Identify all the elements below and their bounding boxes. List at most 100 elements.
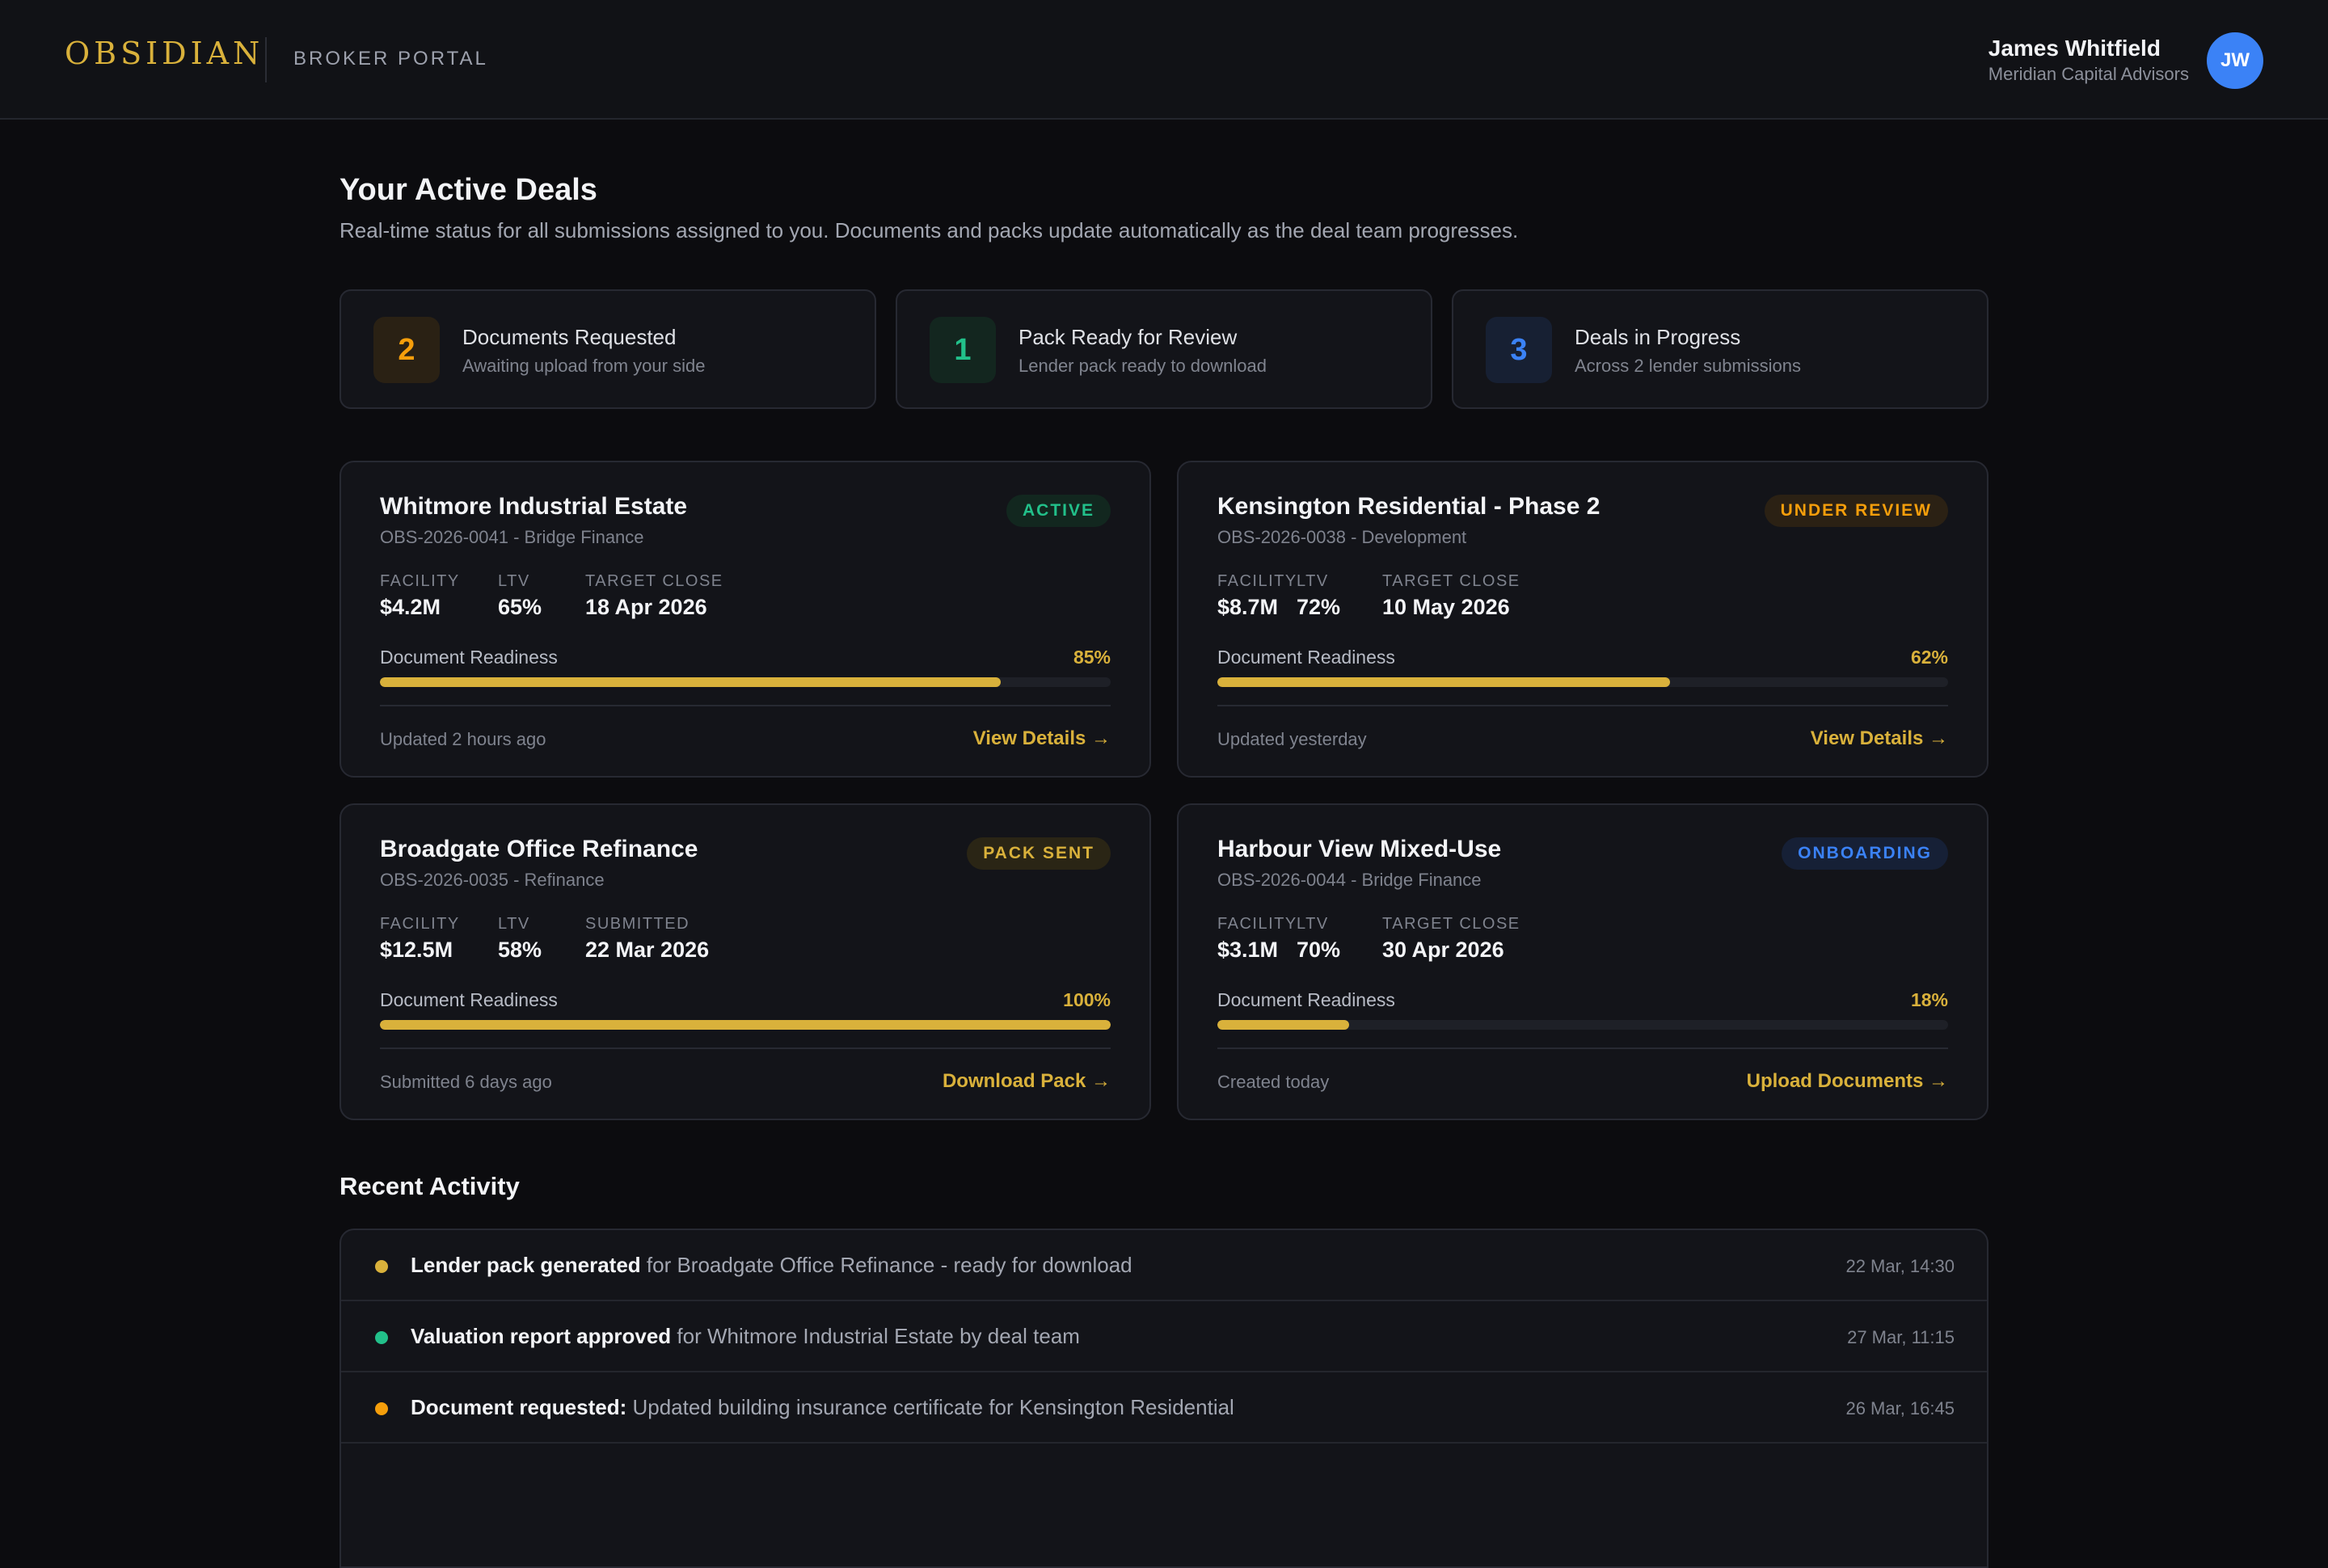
activity-timestamp: 27 Mar, 11:15 — [1847, 1327, 1955, 1347]
readiness-progress-fill — [380, 677, 1002, 687]
activity-event: Lender pack generated — [411, 1253, 641, 1277]
deal-reference: OBS-2026-0038 - Development — [1217, 527, 1467, 547]
card-divider — [380, 1047, 1111, 1049]
metric-label: FACILITY — [1217, 915, 1297, 933]
upload-documents-link[interactable]: Upload Documents → — [1747, 1070, 1948, 1093]
activity-item[interactable]: Valuation report approved for Whitmore I… — [341, 1301, 1987, 1372]
readiness-label: Document Readiness — [380, 989, 558, 1010]
metric-label: LTV — [498, 915, 530, 933]
stat-pack-ready[interactable]: 1 Pack Ready for Review Lender pack read… — [896, 289, 1432, 409]
metric-value: $3.1M — [1217, 938, 1279, 962]
metric-value: 18 Apr 2026 — [585, 595, 707, 619]
recent-activity-list: Lender pack generated for Broadgate Offi… — [340, 1229, 1988, 1568]
readiness-label: Document Readiness — [1217, 989, 1395, 1010]
metric-value: 70% — [1297, 938, 1341, 962]
stat-count: 1 — [930, 317, 996, 383]
deal-name: Broadgate Office Refinance — [380, 836, 698, 862]
stat-description: Lender pack ready to download — [1018, 356, 1267, 376]
metric-label: FACILITY — [380, 915, 460, 933]
activity-detail: Updated building insurance certificate f… — [626, 1395, 1234, 1419]
readiness-percent: 18% — [1910, 989, 1948, 1010]
activity-text: Document requested: Updated building ins… — [411, 1395, 1234, 1420]
readiness-progress-fill — [1217, 1020, 1349, 1030]
top-navigation-bar: OBSIDIAN BROKER PORTAL James Whitfield M… — [0, 0, 2328, 120]
view-details-link[interactable]: View Details → — [973, 727, 1111, 750]
deal-reference: OBS-2026-0044 - Bridge Finance — [1217, 870, 1482, 890]
brand-divider — [265, 37, 267, 82]
user-info[interactable]: James Whitfield Meridian Capital Advisor… — [1988, 34, 2189, 86]
metric-value: 30 Apr 2026 — [1382, 938, 1504, 962]
stat-count: 2 — [373, 317, 440, 383]
card-divider — [1217, 705, 1948, 706]
readiness-label: Document Readiness — [1217, 647, 1395, 668]
stat-description: Awaiting upload from your side — [462, 356, 706, 376]
user-organization: Meridian Capital Advisors — [1988, 64, 2189, 84]
readiness-label: Document Readiness — [380, 647, 558, 668]
activity-item[interactable]: Document requested: Updated building ins… — [341, 1372, 1987, 1444]
activity-detail: for Broadgate Office Refinance - ready f… — [640, 1253, 1132, 1277]
metric-value: $12.5M — [380, 938, 453, 962]
status-badge: PACK SENT — [967, 837, 1111, 870]
deal-card[interactable]: Harbour View Mixed-Use OBS-2026-0044 - B… — [1177, 803, 1988, 1120]
stat-title: Pack Ready for Review — [1018, 325, 1238, 349]
recent-activity-title: Recent Activity — [340, 1172, 520, 1200]
stat-title: Deals in Progress — [1575, 325, 1741, 349]
readiness-percent: 100% — [1063, 989, 1111, 1010]
metric-value: 58% — [498, 938, 542, 962]
activity-detail: for Whitmore Industrial Estate by deal t… — [671, 1324, 1080, 1348]
last-updated: Submitted 6 days ago — [380, 1072, 552, 1092]
metric-label: SUBMITTED — [585, 915, 690, 933]
deal-name: Harbour View Mixed-Use — [1217, 836, 1502, 862]
page-subtitle: Real-time status for all submissions ass… — [340, 218, 1519, 242]
stat-documents-requested[interactable]: 2 Documents Requested Awaiting upload fr… — [340, 289, 876, 409]
status-badge: ACTIVE — [1006, 495, 1111, 527]
last-updated: Updated 2 hours ago — [380, 729, 546, 749]
user-name: James Whitfield — [1988, 36, 2161, 61]
stat-title: Documents Requested — [462, 325, 677, 349]
portal-label: BROKER PORTAL — [293, 48, 488, 70]
avatar[interactable]: JW — [2207, 32, 2263, 89]
activity-event: Valuation report approved — [411, 1324, 672, 1348]
activity-event: Document requested: — [411, 1395, 627, 1419]
readiness-progress-bar — [1217, 677, 1948, 687]
metric-label: TARGET CLOSE — [585, 572, 723, 590]
deal-card[interactable]: Whitmore Industrial Estate OBS-2026-0041… — [340, 461, 1151, 778]
stat-deals-in-progress[interactable]: 3 Deals in Progress Across 2 lender subm… — [1452, 289, 1988, 409]
metric-value: 22 Mar 2026 — [585, 938, 710, 962]
metric-label: LTV — [1297, 915, 1329, 933]
readiness-progress-bar — [1217, 1020, 1948, 1030]
metric-value: 72% — [1297, 595, 1341, 619]
activity-item[interactable]: Lender pack generated for Broadgate Offi… — [341, 1230, 1987, 1301]
deal-name: Whitmore Industrial Estate — [380, 493, 688, 520]
summary-stats: 2 Documents Requested Awaiting upload fr… — [340, 289, 1988, 409]
view-details-link[interactable]: View Details → — [1811, 727, 1948, 750]
metric-label: FACILITY — [1217, 572, 1297, 590]
readiness-progress-fill — [380, 1020, 1111, 1030]
deal-card[interactable]: Kensington Residential - Phase 2 OBS-202… — [1177, 461, 1988, 778]
readiness-progress-bar — [380, 1020, 1111, 1030]
activity-dot-icon — [375, 1260, 388, 1273]
metric-label: LTV — [1297, 572, 1329, 590]
deal-reference: OBS-2026-0041 - Bridge Finance — [380, 527, 644, 547]
brand-logo[interactable]: OBSIDIAN — [65, 36, 264, 71]
activity-dot-icon — [375, 1402, 388, 1415]
readiness-progress-fill — [1217, 677, 1671, 687]
metric-value: 10 May 2026 — [1382, 595, 1510, 619]
activity-text: Lender pack generated for Broadgate Offi… — [411, 1253, 1132, 1278]
last-updated: Updated yesterday — [1217, 729, 1367, 749]
metric-label: TARGET CLOSE — [1382, 915, 1520, 933]
stat-count: 3 — [1486, 317, 1552, 383]
download-pack-link[interactable]: Download Pack → — [943, 1070, 1111, 1093]
activity-dot-icon — [375, 1331, 388, 1344]
metric-value: $8.7M — [1217, 595, 1279, 619]
activity-timestamp: 26 Mar, 16:45 — [1845, 1398, 1955, 1418]
metric-value: $4.2M — [380, 595, 441, 619]
deal-card[interactable]: Broadgate Office Refinance OBS-2026-0035… — [340, 803, 1151, 1120]
metric-label: TARGET CLOSE — [1382, 572, 1520, 590]
readiness-progress-bar — [380, 677, 1111, 687]
metric-value: 65% — [498, 595, 542, 619]
card-divider — [1217, 1047, 1948, 1049]
status-badge: UNDER REVIEW — [1764, 495, 1948, 527]
page-title: Your Active Deals — [340, 173, 597, 207]
activity-timestamp: 22 Mar, 14:30 — [1845, 1256, 1955, 1276]
